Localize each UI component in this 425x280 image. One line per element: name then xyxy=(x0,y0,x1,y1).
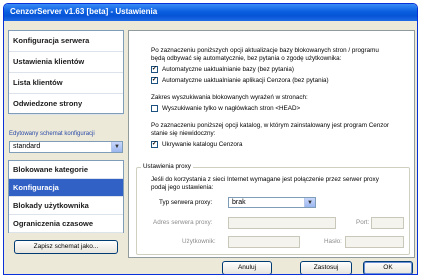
proxy-user-label: Użytkownik: xyxy=(182,238,216,245)
settings-window: CenzorServer v1.63 [beta] - Ustawienia K… xyxy=(3,3,418,275)
proxy-groupbox: Ustawienia proxy Jeśli do korzystania z … xyxy=(136,163,410,255)
intro-text-line2: będą odbywać się automatycznie, bez pyta… xyxy=(151,55,342,62)
settings-panel: Po zaznaczeniu poniższych opcji aktualiz… xyxy=(128,30,415,258)
nav-item-lista-klientow[interactable]: Lista klientów xyxy=(9,73,123,94)
search-range-label: Zakres wyszukiwania blokowanych wyrażeń … xyxy=(151,94,308,101)
proxy-port-input[interactable] xyxy=(371,217,404,229)
schema-select-value: standard xyxy=(13,143,41,150)
apply-button[interactable]: Zastosuj xyxy=(300,261,352,274)
intro-text-line1: Po zaznaczeniu poniższych opcji aktualiz… xyxy=(151,47,379,54)
nav-item-ograniczenia-czasowe[interactable]: Ograniczenia czasowe xyxy=(9,215,123,233)
proxy-address-label: Adres serwera proxy: xyxy=(153,219,213,226)
nav-list-bottom: Blokowane kategorie Konfiguracja Blokady… xyxy=(8,160,124,233)
proxy-password-input[interactable] xyxy=(345,236,404,248)
left-sidebar: Konfiguracja serwera Ustawienia klientów… xyxy=(8,30,124,266)
proxy-user-input[interactable] xyxy=(228,236,300,248)
ok-button[interactable]: OK xyxy=(363,261,413,274)
headers-only-label: Wyszukiwanie tylko w nagłówkach stron <H… xyxy=(162,105,301,112)
save-schema-button[interactable]: Zapisz schemat jako... xyxy=(14,240,118,254)
auto-db-label: Automatyczne uaktualnianie bazy (bez pyt… xyxy=(162,66,294,73)
schema-select[interactable]: standard ▼ xyxy=(9,141,123,153)
cancel-button[interactable]: Anuluj xyxy=(222,261,272,274)
hide-catalog-label: Ukrywanie katalogu Cenzora xyxy=(162,141,243,148)
nav-item-konfiguracja[interactable]: Konfiguracja xyxy=(9,179,123,197)
proxy-desc-line2: podaj jego ustawienia: xyxy=(151,184,214,191)
headers-only-checkbox[interactable] xyxy=(151,105,158,112)
auto-app-label: Automatyczne uaktualnianie aplikacji Cen… xyxy=(162,77,329,84)
proxy-password-label: Hasło: xyxy=(324,238,342,245)
window-title: CenzorServer v1.63 [beta] - Ustawienia xyxy=(10,7,158,16)
chevron-down-icon[interactable]: ▼ xyxy=(111,142,122,152)
nav-item-odwiedzone-strony[interactable]: Odwiedzone strony xyxy=(9,94,123,115)
check-icon: ✓ xyxy=(152,66,158,72)
proxy-type-select[interactable]: brak ▼ xyxy=(228,197,316,208)
proxy-desc-line1: Jeśli do korzystania z sieci Internet wy… xyxy=(151,176,379,183)
nav-list-top: Konfiguracja serwera Ustawienia klientów… xyxy=(8,30,124,115)
proxy-group-title: Ustawienia proxy xyxy=(141,163,193,170)
proxy-port-label: Port: xyxy=(356,219,370,226)
catalog-text-line1: Po zaznaczeniu poniższej opcji katalog, … xyxy=(151,122,389,129)
schema-label: Edytowany schemat konfiguracji xyxy=(9,131,95,137)
catalog-text-line2: stanie się niewidoczny: xyxy=(151,130,216,137)
chevron-down-icon[interactable]: ▼ xyxy=(304,198,315,207)
auto-app-checkbox[interactable]: ✓ xyxy=(151,77,158,84)
check-icon: ✓ xyxy=(152,77,158,83)
proxy-type-value: brak xyxy=(232,199,246,206)
auto-db-checkbox[interactable]: ✓ xyxy=(151,66,158,73)
nav-item-ustawienia-klientow[interactable]: Ustawienia klientów xyxy=(9,52,123,73)
nav-item-konfiguracja-serwera[interactable]: Konfiguracja serwera xyxy=(9,31,123,52)
proxy-address-input[interactable] xyxy=(228,217,336,229)
check-icon: ✓ xyxy=(152,141,158,147)
proxy-type-label: Typ serwera proxy: xyxy=(159,199,213,206)
nav-item-blokowane-kategorie[interactable]: Blokowane kategorie xyxy=(9,161,123,179)
title-bar[interactable]: CenzorServer v1.63 [beta] - Ustawienia xyxy=(4,4,417,21)
hide-catalog-checkbox[interactable]: ✓ xyxy=(151,141,158,148)
nav-item-blokady-uzytkownika[interactable]: Blokady użytkownika xyxy=(9,197,123,215)
